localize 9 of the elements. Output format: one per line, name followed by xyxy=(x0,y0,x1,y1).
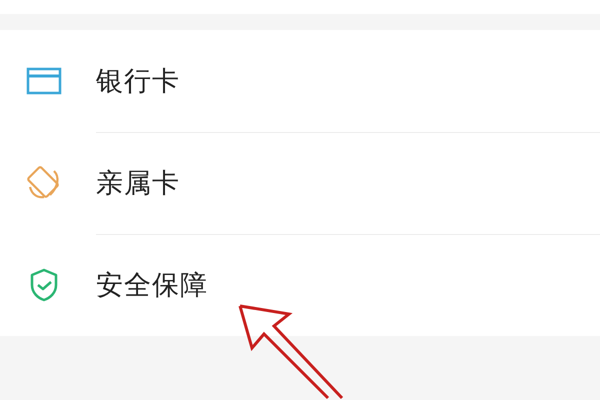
menu-item[interactable]: 银行卡 xyxy=(0,30,600,132)
cards-icon xyxy=(26,165,62,201)
menu-item[interactable]: 亲属卡 xyxy=(0,132,600,234)
menu-item[interactable]: 安全保障 xyxy=(0,234,600,336)
shield-check-icon xyxy=(29,268,59,302)
card-icon xyxy=(26,67,62,95)
menu-label: 银行卡 xyxy=(96,64,180,98)
menu-label: 亲属卡 xyxy=(96,166,180,200)
menu-label: 安全保障 xyxy=(96,269,208,303)
